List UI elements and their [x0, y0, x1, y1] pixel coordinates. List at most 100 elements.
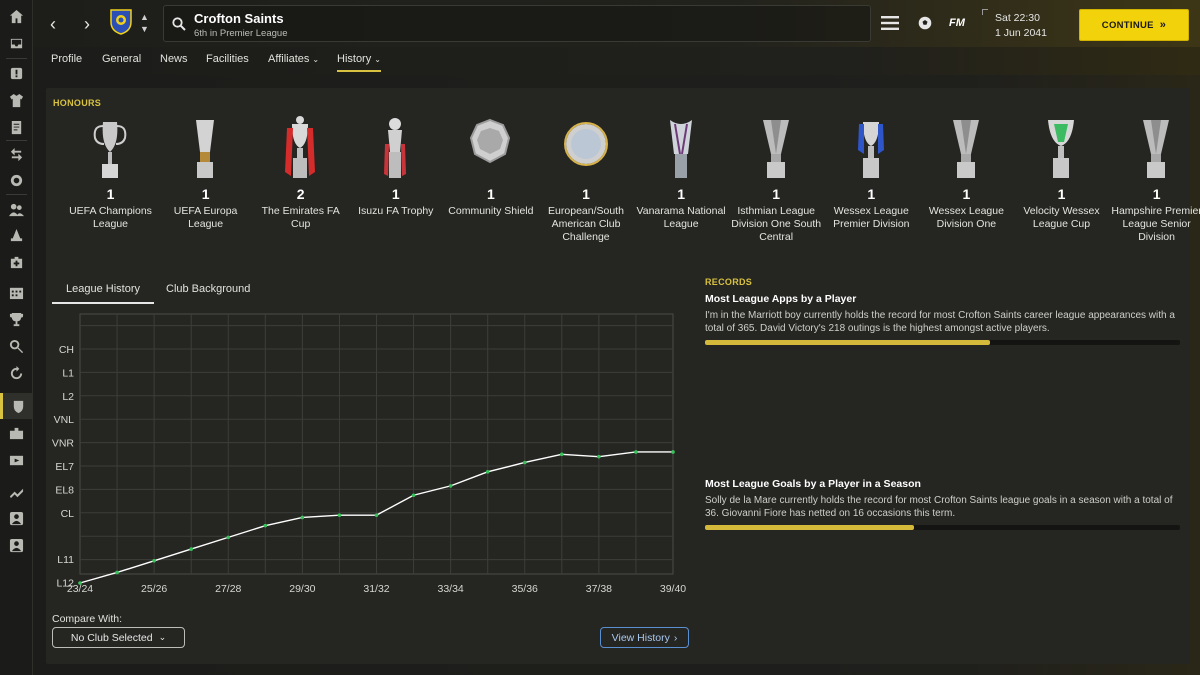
game-date[interactable]: Sat 22:30 1 Jun 2041: [979, 6, 1069, 40]
continue-label: CONTINUE: [1101, 19, 1154, 31]
scouting-icon[interactable]: [8, 172, 25, 189]
honour-item[interactable]: 1 Hampshire Premier League Senior Divisio…: [1109, 110, 1200, 262]
back-arrow-icon[interactable]: ‹: [43, 13, 63, 35]
compare-with-label: Compare With:: [52, 613, 123, 625]
team-report-icon[interactable]: [8, 510, 25, 527]
chart-x-tick-label: 25/26: [141, 583, 167, 595]
next-club-icon[interactable]: ▼: [140, 24, 149, 34]
trophy-icon: [470, 118, 511, 164]
tab-label: Profile: [51, 53, 83, 65]
tab-history[interactable]: History ⌄: [337, 53, 381, 72]
honour-name: Isuzu FA Trophy: [358, 205, 434, 217]
chart-x-tick-label: 35/36: [512, 583, 538, 595]
transfers-icon[interactable]: [8, 146, 25, 163]
menu-icon[interactable]: [881, 16, 899, 30]
search-icon[interactable]: [172, 17, 186, 31]
chart-y-tick-label: EL7: [55, 461, 74, 473]
tab-club-background[interactable]: Club Background: [166, 283, 250, 295]
trophy-icon: [196, 120, 215, 178]
honour-item[interactable]: 1 Velocity Wessex League Cup: [1014, 110, 1109, 262]
record-progress-fill: [705, 525, 914, 530]
honour-name: European/South American Club Challenge: [548, 205, 624, 243]
tab-general[interactable]: General: [102, 53, 141, 65]
chart-data-point: [78, 581, 82, 585]
chart-data-point: [411, 493, 416, 498]
home-icon[interactable]: [8, 8, 25, 25]
honour-item[interactable]: 1 UEFA Champions League: [63, 110, 158, 262]
honour-name: Wessex League Division One: [928, 205, 1004, 230]
club-crest-icon[interactable]: [110, 9, 132, 35]
honour-name: The Emirates FA Cup: [261, 205, 340, 230]
finances-icon[interactable]: [8, 425, 25, 442]
chevron-right-icon: ›: [673, 631, 678, 644]
alert-icon[interactable]: [8, 65, 25, 82]
previous-club-icon[interactable]: ▲: [140, 12, 149, 22]
schedule-icon[interactable]: [8, 284, 25, 301]
tab-label: Affiliates: [268, 53, 310, 65]
tab-news[interactable]: News: [160, 53, 188, 65]
tab-league-history[interactable]: League History: [52, 283, 154, 304]
trophy-icon: [857, 122, 884, 178]
sidebar: [0, 0, 33, 675]
trophy-icon: [285, 116, 316, 178]
reserves-icon[interactable]: [8, 537, 25, 554]
honour-item[interactable]: 2 The Emirates FA Cup: [253, 110, 348, 262]
records-heading: RECORDS: [705, 277, 753, 287]
honour-item[interactable]: 1 European/South American Club Challenge: [539, 110, 634, 262]
inbox-icon[interactable]: [8, 35, 25, 52]
honour-item[interactable]: 1 Vanarama National League: [634, 110, 729, 262]
fm-logo[interactable]: FM: [949, 17, 965, 29]
refresh-icon[interactable]: [8, 365, 25, 382]
search-icon[interactable]: [8, 338, 25, 355]
club-search-bar[interactable]: Crofton Saints 6th in Premier League: [163, 5, 871, 42]
chart-y-tick-label: CL: [61, 508, 75, 520]
tactics-icon[interactable]: [8, 119, 25, 136]
compare-club-dropdown[interactable]: No Club Selected ⌄: [52, 627, 185, 648]
tab-profile[interactable]: Profile: [51, 53, 82, 65]
honour-count: 2: [296, 186, 305, 202]
chevron-down-icon: ⌄: [312, 55, 320, 64]
chart-y-tick-label: CH: [59, 344, 74, 356]
date-corner-mark: [982, 9, 988, 15]
staff-icon[interactable]: [8, 201, 25, 218]
honour-count: 1: [867, 186, 876, 202]
competitions-icon[interactable]: [8, 311, 25, 328]
honour-item[interactable]: 1 Wessex League Premier Division: [824, 110, 919, 262]
chart-x-tick-label: 31/32: [363, 583, 389, 595]
continue-button[interactable]: CONTINUE »: [1079, 9, 1189, 41]
view-history-button[interactable]: View History ›: [600, 627, 689, 648]
record-title: Most League Goals by a Player in a Seaso…: [705, 478, 921, 490]
record-title: Most League Apps by a Player: [705, 293, 857, 305]
honours-heading: HONOURS: [53, 98, 102, 108]
development-icon[interactable]: [8, 484, 25, 501]
record-progress-fill: [705, 340, 990, 345]
honour-item[interactable]: 1 Isuzu FA Trophy: [348, 110, 443, 262]
chart-y-tick-label: VNL: [54, 414, 75, 426]
club-name[interactable]: Crofton Saints: [194, 11, 284, 26]
media-icon[interactable]: [8, 452, 25, 469]
forward-arrow-icon[interactable]: ›: [77, 13, 97, 35]
honour-count: 1: [677, 186, 685, 202]
chart-x-tick-label: 33/34: [437, 583, 463, 595]
club-icon[interactable]: [0, 393, 33, 419]
trophy-icon: [1143, 120, 1170, 178]
squad-icon[interactable]: [8, 92, 25, 109]
tab-facilities[interactable]: Facilities: [206, 53, 249, 65]
honour-count: 1: [582, 186, 590, 202]
medical-icon[interactable]: [8, 254, 25, 271]
league-history-chart: CHL1L2VNLVNREL7EL8CLL11L1223/24 25/26 27/2…: [52, 313, 686, 595]
honour-item[interactable]: 1 Isthmian League Division One South Cent…: [729, 110, 824, 262]
record-description: I'm in the Marriott boy currently holds …: [705, 310, 1175, 334]
honour-item[interactable]: 1 UEFA Europa League: [158, 110, 253, 262]
honour-item[interactable]: 1 Wessex League Division One: [919, 110, 1014, 262]
ball-icon[interactable]: [918, 16, 932, 30]
chart-data-point: [300, 515, 305, 520]
honour-name: UEFA Champions League: [69, 205, 152, 230]
chart-data-point: [634, 450, 638, 454]
trophy-icon: [93, 122, 127, 178]
trophy-icon: [563, 122, 608, 166]
honours-list: 1 UEFA Champions League 1 UEFA Europa Leagu…: [46, 110, 1200, 262]
tab-affiliates[interactable]: Affiliates ⌄: [268, 53, 319, 65]
honour-item[interactable]: 1 Community Shield: [443, 110, 538, 262]
training-icon[interactable]: [8, 227, 25, 244]
